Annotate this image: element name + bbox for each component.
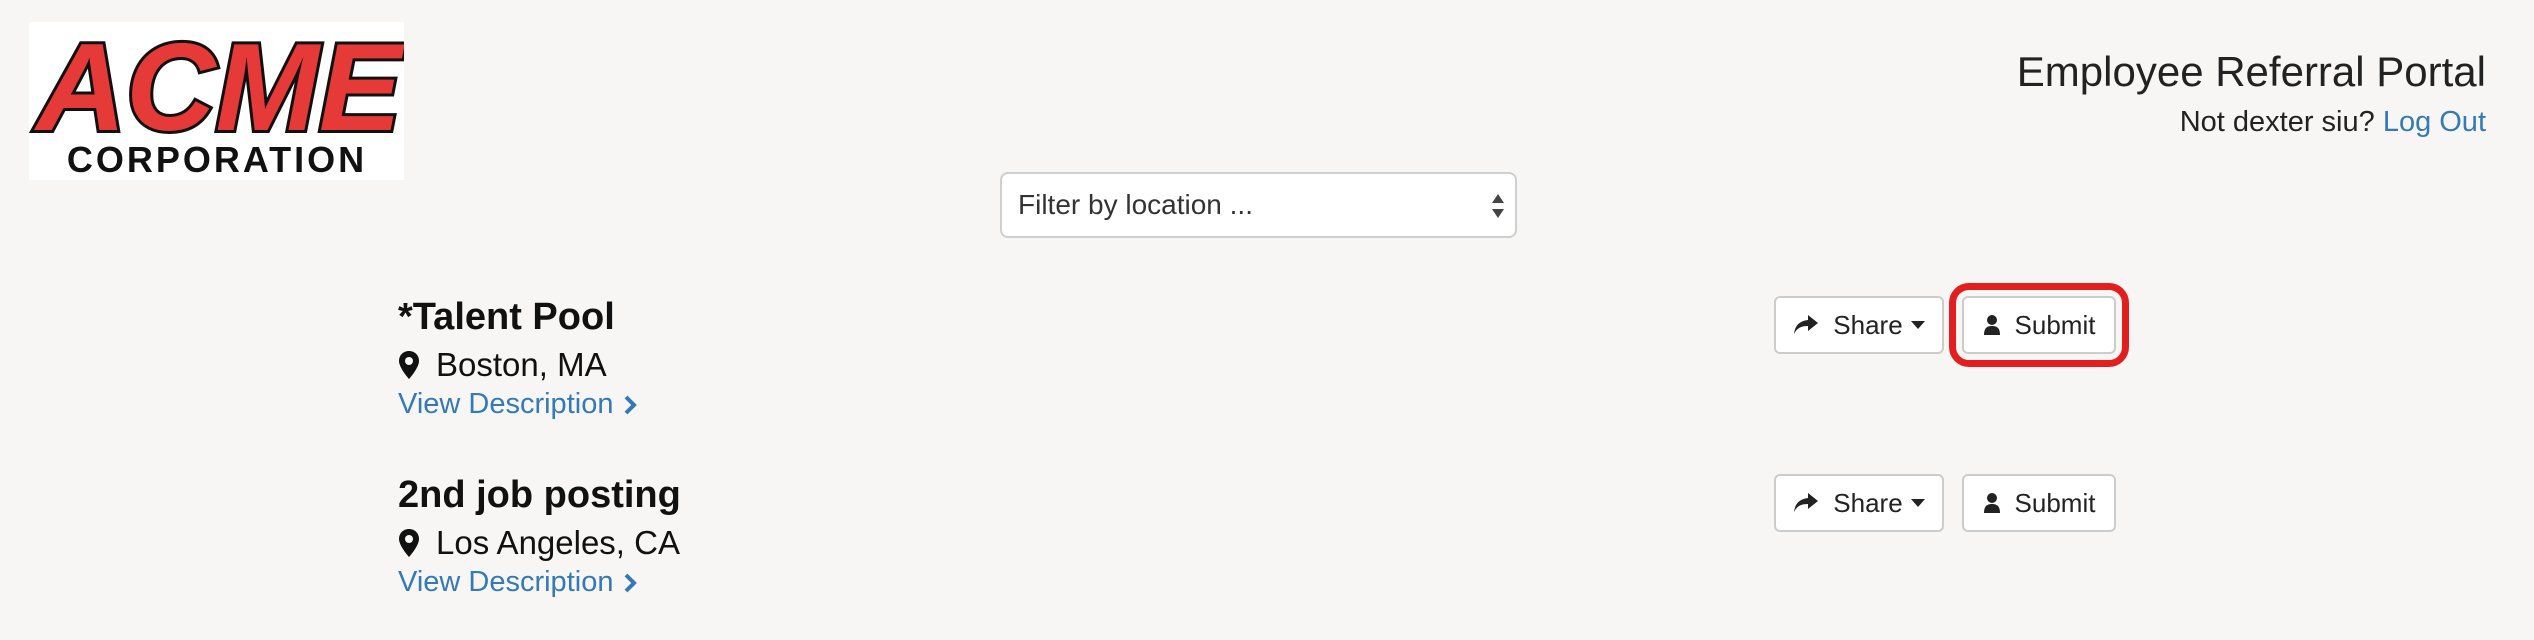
user-icon [1983,493,2000,513]
job-location: Los Angeles, CA [398,524,680,562]
user-status: Not dexter siu? Log Out [2180,106,2486,139]
job-posting: *Talent Pool Boston, MA View Description… [398,283,2129,456]
submit-label: Submit [2014,487,2096,518]
share-button[interactable]: Share [1774,296,1944,354]
submit-label: Submit [2014,309,2096,340]
location-filter-select[interactable]: Filter by location ... [1000,172,1517,238]
map-marker-icon [399,529,419,557]
chevron-right-icon [625,395,638,414]
job-title: *Talent Pool [398,296,615,338]
job-posting: 2nd job posting Los Angeles, CA View Des… [398,474,2118,634]
select-arrows-icon [1492,194,1504,218]
logout-link[interactable]: Log Out [2383,106,2486,138]
job-location: Boston, MA [398,346,607,384]
job-location-text: Boston, MA [436,346,607,383]
page-title: Employee Referral Portal [2016,48,2486,95]
view-description-label: View Description [398,566,614,598]
user-prefix: Not dexter siu? [2179,106,2375,138]
location-filter-placeholder: Filter by location ... [1018,189,1253,220]
share-arrow-icon [1794,493,1819,512]
svg-text:CORPORATION: CORPORATION [67,139,367,180]
caret-down-icon [1910,321,1925,329]
caret-down-icon [1910,499,1925,507]
chevron-right-icon [625,573,638,592]
share-button[interactable]: Share [1774,474,1944,532]
share-label: Share [1833,309,1903,340]
job-title: 2nd job posting [398,474,681,516]
share-label: Share [1833,487,1903,518]
view-description-link[interactable]: View Description [398,566,638,599]
job-location-text: Los Angeles, CA [436,524,680,561]
user-icon [1983,315,2000,335]
svg-text:ACME: ACME [33,22,404,157]
map-marker-icon [399,351,419,379]
view-description-link[interactable]: View Description [398,388,638,421]
submit-button[interactable]: Submit [1962,296,2116,354]
submit-button[interactable]: Submit [1962,474,2116,532]
view-description-label: View Description [398,388,614,420]
company-logo: ACME CORPORATION [29,22,404,180]
share-arrow-icon [1794,315,1819,334]
